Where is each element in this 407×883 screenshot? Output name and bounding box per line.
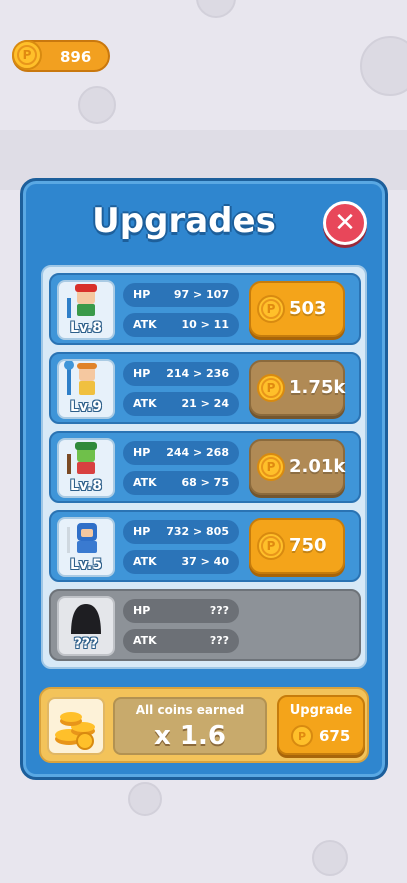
background-bubble [78,86,116,124]
coin-bonus-bar: All coins earned x 1.6 Upgrade P 675 [39,687,369,763]
hero-avatar: Lv.5 [57,517,115,577]
upgrades-panel: Upgrades ✕ Lv.8 HP 97 > 107 ATK 10 > 11 [20,178,388,780]
atk-value: 21 > 24 [181,397,230,410]
upgrade-price: 2.01k [289,456,346,477]
hero-avatar: Lv.8 [57,280,115,340]
coin-icon: P [257,532,285,560]
atk-label: ATK [133,318,157,331]
hp-value: ??? [209,604,229,617]
coin-count: 896 [60,48,92,66]
background-bubble [196,0,236,18]
upgrade-button-price: 675 [319,727,351,745]
hero-avatar: Lv.8 [57,438,115,498]
atk-label: ATK [133,476,157,489]
hp-label: HP [133,288,151,301]
hp-value: 244 > 268 [166,446,229,459]
hp-label: HP [133,604,151,617]
hero-avatar: Lv.9 [57,359,115,419]
upgrade-hero-button[interactable]: P 750 [249,518,345,574]
upgrade-hero-button[interactable]: P 503 [249,281,345,337]
coin-icon: P [12,40,42,70]
hp-value: 732 > 805 [166,525,229,538]
hp-stat: HP 97 > 107 [123,283,239,307]
red-hair-hero-icon [67,284,97,318]
knight-hero-icon [67,523,97,553]
coin-icon: P [257,453,285,481]
upgrade-hero-button[interactable]: P 2.01k [249,439,345,495]
atk-stat: ATK 21 > 24 [123,392,239,416]
atk-label: ATK [133,555,157,568]
coin-icon: P [291,725,313,747]
hp-stat: HP 732 > 805 [123,520,239,544]
upgrade-multiplier-button[interactable]: Upgrade P 675 [277,695,365,755]
atk-value: ??? [209,634,229,647]
close-button[interactable]: ✕ [323,201,367,245]
hero-level: Lv.8 [70,320,102,336]
upgrade-button-label: Upgrade [289,703,353,718]
coin-icon: P [257,295,285,323]
hp-label: HP [133,367,151,380]
atk-stat: ATK 10 > 11 [123,313,239,337]
upgrade-price: 503 [289,298,327,319]
coin-icon: P [257,374,285,402]
upgrade-hero-button[interactable]: P 1.75k [249,360,345,416]
hero-level: Lv.5 [70,557,102,573]
atk-stat: ATK 68 > 75 [123,471,239,495]
coin-multiplier-box: All coins earned x 1.6 [113,697,267,755]
hp-stat: HP ??? [123,599,239,623]
background-bubble [128,782,162,816]
hp-label: HP [133,446,151,459]
close-icon: ✕ [334,208,356,238]
hero-level: Lv.9 [70,399,102,415]
hero-row: Lv.8 HP 244 > 268 ATK 68 > 75 P 2.01k [49,431,361,503]
atk-value: 10 > 11 [181,318,230,331]
atk-value: 68 > 75 [181,476,230,489]
coin-pile-icon [47,697,105,755]
locked-silhouette-icon [71,604,101,634]
atk-stat: ATK ??? [123,629,239,653]
multiplier-value: x 1.6 [154,721,226,751]
background-bubble [360,36,407,96]
hp-stat: HP 214 > 236 [123,362,239,386]
atk-label: ATK [133,397,157,410]
hero-level: Lv.8 [70,478,102,494]
mage-hero-icon [64,360,97,395]
background-bubble [312,840,348,876]
hero-avatar: ??? [57,596,115,656]
atk-label: ATK [133,634,157,647]
hero-level: ??? [73,636,99,652]
upgrade-price: 750 [289,535,327,556]
upgrade-price: 1.75k [289,377,346,398]
locked-hero-row: ??? HP ??? ATK ??? [49,589,361,661]
atk-stat: ATK 37 > 40 [123,550,239,574]
hero-list: Lv.8 HP 97 > 107 ATK 10 > 11 P 503 Lv.9 … [41,265,367,669]
hp-label: HP [133,525,151,538]
hero-row: Lv.9 HP 214 > 236 ATK 21 > 24 P 1.75k [49,352,361,424]
hero-row: Lv.8 HP 97 > 107 ATK 10 > 11 P 503 [49,273,361,345]
hp-value: 214 > 236 [166,367,229,380]
hp-stat: HP 244 > 268 [123,441,239,465]
hp-value: 97 > 107 [173,288,229,301]
archer-hero-icon [67,442,97,474]
atk-value: 37 > 40 [181,555,230,568]
hero-row: Lv.5 HP 732 > 805 ATK 37 > 40 P 750 [49,510,361,582]
coin-counter: P 896 [12,40,110,72]
multiplier-label: All coins earned [135,703,245,717]
